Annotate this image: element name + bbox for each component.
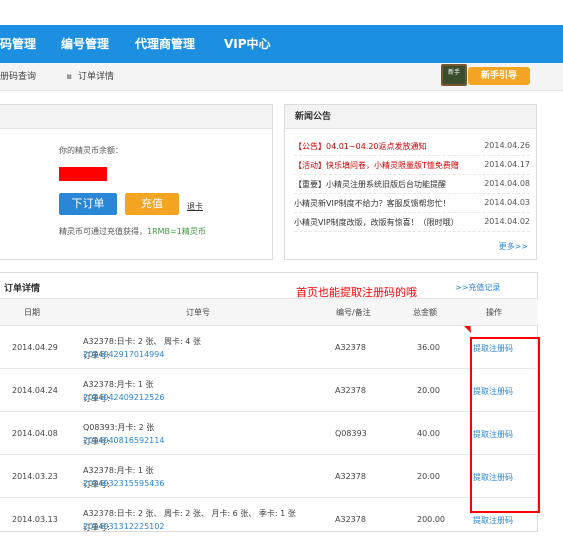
- news-item-title[interactable]: 小精灵新VIP制度不给力？客服反馈帮您忙！: [294, 198, 451, 209]
- row-date: 2014.03.13: [12, 515, 58, 524]
- account-panel-header: [0, 105, 272, 129]
- news-item-date: 2014.04.26: [484, 141, 530, 150]
- main-nav: 码管理 编号管理 代理商管理 VIP中心: [0, 25, 563, 63]
- row-detail: A32378:月卡: 1 张: [83, 466, 154, 475]
- row-code: A32378: [335, 343, 366, 352]
- news-item-title[interactable]: 小精灵VIP制度改版，改版有惊喜！（限时哦）: [294, 217, 459, 228]
- orders-table-header: 日期 订单号 编号/备注 总金额 操作: [0, 298, 538, 326]
- refund-link[interactable]: 退卡: [187, 201, 203, 212]
- row-code: A32378: [335, 386, 366, 395]
- nav-item-code-management[interactable]: 码管理: [0, 25, 36, 63]
- chalkboard-icon: 新手: [441, 64, 467, 86]
- row-date: 2014.04.24: [12, 386, 58, 395]
- news-more-link[interactable]: 更多>>: [499, 241, 528, 252]
- row-date: 2014.03.23: [12, 472, 58, 481]
- table-row: 2014.04.29 A32378:日卡: 2 张、 周卡: 4 张 订单号: …: [0, 326, 538, 369]
- beginner-guide[interactable]: 新手 新手引导: [441, 64, 531, 86]
- nav-item-number-management[interactable]: 编号管理: [61, 25, 109, 63]
- table-row: 2014.03.13 A32378:日卡: 2 张、 周卡: 2 张、 月卡: …: [0, 498, 538, 541]
- news-item-date: 2014.04.08: [484, 179, 530, 188]
- table-row: 2014.03.23 A32378:月卡: 1 张 订单号: 201403231…: [0, 455, 538, 498]
- order-no-link[interactable]: 2014040816592114: [83, 436, 164, 445]
- row-code: Q08393: [335, 429, 367, 438]
- news-item[interactable]: 【活动】快乐填问卷，小精灵限量版T恤免费赠 2014.04.17: [294, 156, 530, 175]
- row-amount: 200.00: [417, 515, 445, 524]
- crumb-order-detail[interactable]: 订单详情: [78, 63, 114, 91]
- row-detail: Q08393:月卡: 2 张: [83, 423, 155, 432]
- nav-item-agent-management[interactable]: 代理商管理: [135, 25, 195, 63]
- row-detail: A32378:日卡: 2 张、 周卡: 2 张、 月卡: 6 张、 季卡: 1 …: [83, 509, 296, 518]
- annotation-highlight-box: [470, 337, 540, 513]
- beginner-guide-button[interactable]: 新手引导: [468, 67, 530, 85]
- row-date: 2014.04.08: [12, 429, 58, 438]
- row-detail: A32378:日卡: 2 张、 周卡: 4 张: [83, 337, 201, 346]
- row-amount: 36.00: [417, 343, 440, 352]
- account-panel: 你的精灵币余额： 下订单 充值 退卡 精灵币可通过充值获得，1RMB=1精灵币: [0, 104, 273, 260]
- order-no-link[interactable]: 2014031312225102: [83, 522, 164, 531]
- balance-redacted: [59, 167, 107, 181]
- hint-rate: 1RMB=1精灵币: [147, 227, 206, 236]
- news-item[interactable]: 【重要】小精灵注册系统旧版后台功能提醒 2014.04.08: [294, 175, 530, 194]
- nav-item-vip-center[interactable]: VIP中心: [224, 25, 271, 63]
- news-item-date: 2014.04.02: [484, 217, 530, 226]
- balance-label: 你的精灵币余额：: [59, 146, 123, 155]
- row-code: A32378: [335, 472, 366, 481]
- col-amount: 总金额: [413, 308, 437, 317]
- order-no-link[interactable]: 2014032315595436: [83, 479, 164, 488]
- news-panel-header: 新闻公告: [285, 105, 536, 129]
- place-order-button[interactable]: 下订单: [59, 193, 117, 215]
- table-row: 2014.04.24 A32378:月卡: 1 张 订单号: 201404240…: [0, 369, 538, 412]
- news-item-title[interactable]: 【重要】小精灵注册系统旧版后台功能提醒: [294, 179, 446, 190]
- recharge-records-link[interactable]: >>充值记录: [455, 282, 500, 293]
- news-item-title[interactable]: 【公告】04.01~04.20返点发放通知: [294, 141, 427, 152]
- row-amount: 20.00: [417, 472, 440, 481]
- news-item-date: 2014.04.17: [484, 160, 530, 169]
- row-amount: 20.00: [417, 386, 440, 395]
- row-detail: A32378:月卡: 1 张: [83, 380, 154, 389]
- row-amount: 40.00: [417, 429, 440, 438]
- hint-prefix: 精灵币可通过充值获得，: [59, 227, 147, 236]
- col-order-no: 订单号: [186, 308, 210, 317]
- news-item[interactable]: 小精灵新VIP制度不给力？客服反馈帮您忙！ 2014.04.03: [294, 194, 530, 213]
- news-panel: 新闻公告 【公告】04.01~04.20返点发放通知 2014.04.26 【活动…: [284, 104, 537, 260]
- col-action: 操作: [486, 308, 502, 317]
- table-row: 2014.04.08 Q08393:月卡: 2 张 订单号: 201404081…: [0, 412, 538, 455]
- row-date: 2014.04.29: [12, 343, 58, 352]
- crumb-code-query[interactable]: 册码查询: [0, 63, 36, 91]
- col-date: 日期: [24, 308, 40, 317]
- top-strip: [0, 0, 563, 25]
- order-no-link[interactable]: 2014042917014994: [83, 350, 164, 359]
- row-code: A32378: [335, 515, 366, 524]
- news-title: 新闻公告: [295, 112, 332, 122]
- recharge-button[interactable]: 充值: [125, 193, 179, 215]
- news-item-title[interactable]: 【活动】快乐填问卷，小精灵限量版T恤免费赠: [294, 160, 459, 171]
- crumb-separator: ▪: [66, 72, 73, 82]
- news-item[interactable]: 小精灵VIP制度改版，改版有惊喜！（限时哦） 2014.04.02: [294, 213, 530, 232]
- order-no-link[interactable]: 2014042409212526: [83, 393, 164, 402]
- recharge-hint: 精灵币可通过充值获得，1RMB=1精灵币: [59, 226, 206, 237]
- col-code: 编号/备注: [336, 308, 371, 317]
- orders-title: 订单详情: [4, 284, 41, 294]
- news-item[interactable]: 【公告】04.01~04.20返点发放通知 2014.04.26: [294, 137, 530, 156]
- news-item-date: 2014.04.03: [484, 198, 530, 207]
